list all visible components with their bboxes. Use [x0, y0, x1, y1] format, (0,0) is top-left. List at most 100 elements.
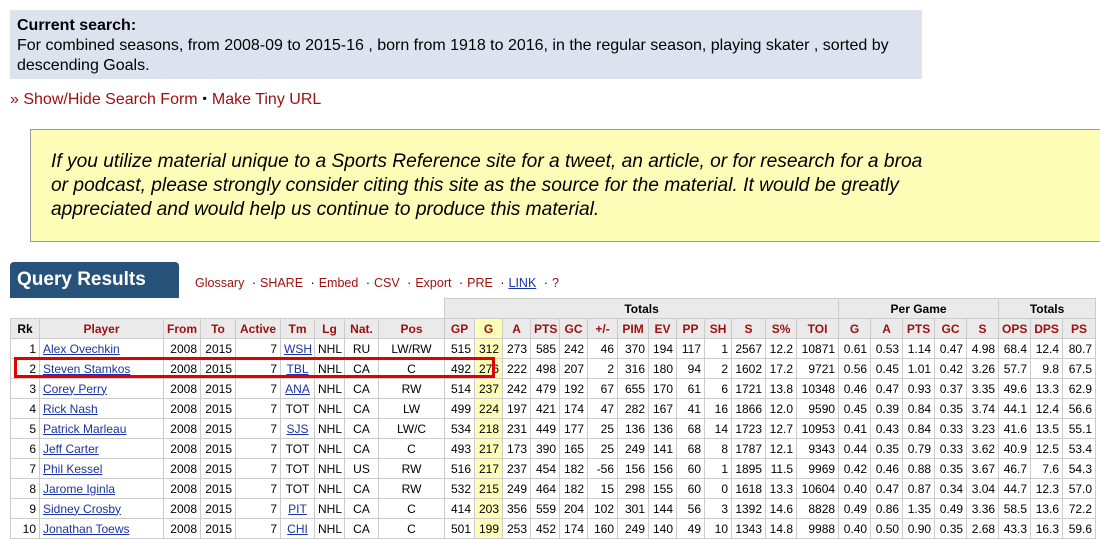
column-header[interactable]: Lg — [314, 318, 345, 339]
table-cell: 13.3 — [765, 478, 798, 499]
player-link[interactable]: Jonathan Toews — [43, 522, 130, 536]
table-cell: NHL — [314, 398, 345, 419]
table-cell: 13.3 — [1030, 378, 1064, 399]
table-cell: 4 — [10, 398, 40, 419]
pre-link[interactable]: PRE — [467, 276, 493, 290]
group-header-per-game: Per Game — [838, 298, 1000, 319]
link-separator: · — [500, 276, 505, 290]
table-cell: 94 — [676, 358, 706, 379]
table-cell: TBL — [280, 358, 315, 379]
table-cell: CA — [344, 498, 379, 519]
table-cell: 140 — [648, 518, 678, 539]
table-cell: NHL — [314, 378, 345, 399]
table-cell: 11.5 — [765, 458, 798, 479]
table-cell: 13.8 — [765, 378, 798, 399]
column-header[interactable]: TOI — [796, 318, 840, 339]
table-cell: 7 — [235, 338, 281, 359]
column-header[interactable]: PIM — [617, 318, 650, 339]
table-cell: 5 — [10, 418, 40, 439]
team-link[interactable]: CHI — [287, 522, 308, 536]
table-cell: 9 — [10, 498, 40, 519]
player-link[interactable]: Steven Stamkos — [43, 362, 130, 376]
table-cell: 532 — [444, 478, 476, 499]
table-cell: 165 — [559, 438, 589, 459]
table-cell: 0.87 — [902, 478, 936, 499]
csv-link[interactable]: CSV — [374, 276, 400, 290]
column-header[interactable]: PTS — [530, 318, 561, 339]
citation-notice: If you utilize material unique to a Spor… — [30, 129, 1100, 242]
column-header[interactable]: OPS — [998, 318, 1032, 339]
table-row: 8 Jarome Iginla 2008 2015 7 TOT NHL CA RW 532 215 2… — [10, 478, 1097, 499]
team-link[interactable]: WSH — [284, 342, 312, 356]
column-header[interactable]: To — [200, 318, 236, 339]
team-link[interactable]: TBL — [286, 362, 308, 376]
column-header[interactable]: PP — [676, 318, 706, 339]
column-header[interactable]: S — [731, 318, 767, 339]
embed-link[interactable]: Embed — [319, 276, 359, 290]
team-link[interactable]: SJS — [286, 422, 308, 436]
column-header[interactable]: GC — [559, 318, 589, 339]
glossary-link[interactable]: Glossary — [195, 276, 244, 290]
table-cell: 44.1 — [998, 398, 1032, 419]
table-cell: 276 — [474, 358, 504, 379]
table-cell: 13.5 — [1030, 418, 1064, 439]
column-header[interactable]: +/- — [587, 318, 619, 339]
player-link[interactable]: Phil Kessel — [43, 462, 102, 476]
table-cell: 514 — [444, 378, 476, 399]
column-header[interactable]: Player — [39, 318, 164, 339]
player-link[interactable]: Jarome Iginla — [43, 482, 115, 496]
column-header[interactable]: A — [502, 318, 532, 339]
team-link[interactable]: ANA — [285, 382, 310, 396]
column-header[interactable]: Nat. — [344, 318, 379, 339]
table-cell: 0.84 — [902, 398, 936, 419]
player-link[interactable]: Corey Perry — [43, 382, 107, 396]
table-cell: 49.6 — [998, 378, 1032, 399]
column-header[interactable]: PTS — [902, 318, 936, 339]
table-cell: CHI — [280, 518, 315, 539]
column-header[interactable]: A — [870, 318, 904, 339]
column-header[interactable]: GP — [444, 318, 476, 339]
column-header[interactable]: Tm — [280, 318, 315, 339]
player-link[interactable]: Patrick Marleau — [43, 422, 126, 436]
table-cell: 7 — [235, 358, 281, 379]
table-cell: 1787 — [731, 438, 767, 459]
player-link[interactable]: Jeff Carter — [43, 442, 99, 456]
player-link[interactable]: Rick Nash — [43, 402, 98, 416]
show-hide-search-link[interactable]: » Show/Hide Search Form — [10, 91, 198, 108]
table-cell: 12.7 — [765, 418, 798, 439]
column-header[interactable]: PS — [1062, 318, 1097, 339]
player-link[interactable]: Alex Ovechkin — [43, 342, 120, 356]
table-cell: RW — [377, 378, 446, 399]
table-cell: 9721 — [796, 358, 840, 379]
table-cell: CA — [344, 478, 379, 499]
table-cell: 0.40 — [838, 478, 872, 499]
link-link[interactable]: LINK — [509, 276, 537, 290]
table-row: 3 Corey Perry 2008 2015 7 ANA NHL CA RW 514 237 242… — [10, 378, 1097, 399]
table-cell: 170 — [648, 378, 678, 399]
table-cell: 160 — [587, 518, 619, 539]
table-cell: 282 — [617, 398, 650, 419]
table-cell: 10871 — [796, 338, 840, 359]
share-link[interactable]: SHARE — [260, 276, 303, 290]
table-cell: CA — [344, 358, 379, 379]
make-tiny-url-link[interactable]: Make Tiny URL — [212, 91, 321, 108]
player-link[interactable]: Sidney Crosby — [43, 502, 121, 516]
team-link[interactable]: PIT — [288, 502, 307, 516]
column-header[interactable]: From — [163, 318, 201, 339]
column-header[interactable]: DPS — [1030, 318, 1064, 339]
help-link[interactable]: ? — [552, 276, 559, 290]
column-header[interactable]: G — [474, 318, 504, 339]
table-cell: 316 — [617, 358, 650, 379]
column-header[interactable]: SH — [704, 318, 733, 339]
column-header[interactable]: Active — [235, 318, 281, 339]
column-header[interactable]: G — [838, 318, 872, 339]
table-cell: 2008 — [163, 418, 201, 439]
column-header[interactable]: Pos — [377, 318, 446, 339]
column-header[interactable]: EV — [648, 318, 678, 339]
column-header[interactable]: S — [966, 318, 1000, 339]
table-cell: Jarome Iginla — [39, 478, 164, 499]
group-header-row: Totals Per Game Totals — [10, 298, 1097, 319]
column-header[interactable]: S% — [765, 318, 798, 339]
export-link[interactable]: Export — [415, 276, 451, 290]
column-header[interactable]: GC — [934, 318, 968, 339]
